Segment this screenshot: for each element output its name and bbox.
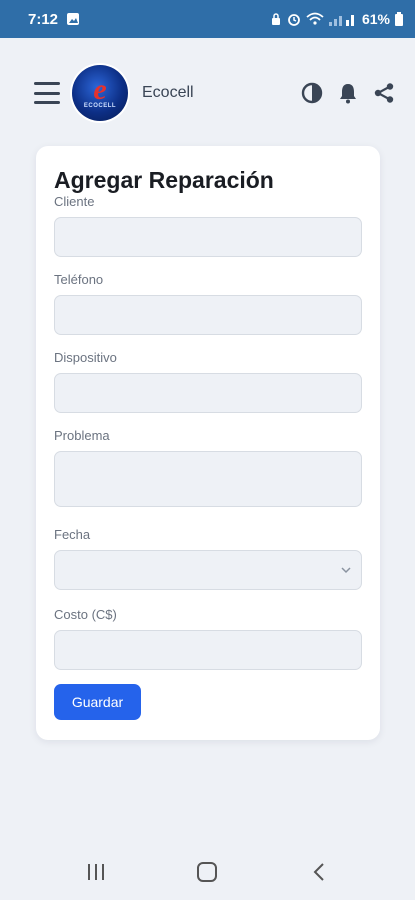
wifi-icon [306, 12, 324, 26]
field-cliente: Cliente [54, 194, 362, 257]
chevron-down-icon [341, 567, 351, 574]
problema-label: Problema [54, 428, 110, 443]
cliente-label: Cliente [54, 194, 95, 209]
status-time: 7:12 [28, 10, 59, 28]
signal-icon [328, 12, 357, 26]
dispositivo-input[interactable] [54, 373, 362, 413]
status-left: 7:12 [28, 11, 80, 28]
fecha-select-wrap [54, 550, 362, 590]
field-telefono: Teléfono [54, 272, 362, 335]
alarm-icon [287, 12, 301, 26]
logo[interactable]: e ECOCELL [72, 65, 128, 121]
gallery-icon [66, 12, 80, 26]
telefono-label: Teléfono [54, 272, 104, 287]
back-icon[interactable] [299, 852, 339, 892]
repair-form-card: Agregar Reparación Cliente Teléfono Disp… [36, 146, 380, 740]
field-problema: Problema [54, 428, 362, 512]
costo-label: Costo (C$) [54, 607, 117, 622]
share-icon[interactable] [373, 82, 395, 104]
home-icon[interactable] [187, 852, 227, 892]
telefono-input[interactable] [54, 295, 362, 335]
fecha-label: Fecha [54, 527, 91, 542]
costo-input[interactable] [54, 630, 362, 670]
field-dispositivo: Dispositivo [54, 350, 362, 413]
problema-textarea[interactable] [54, 451, 362, 507]
cliente-input[interactable] [54, 217, 362, 257]
lock-icon [270, 12, 282, 26]
save-button[interactable]: Guardar [54, 684, 141, 720]
brand-name: Ecocell [142, 84, 194, 101]
form-title: Agregar Reparación [54, 167, 274, 193]
field-costo: Costo (C$) [54, 607, 362, 670]
status-right: 61% [270, 11, 403, 27]
status-bar: 7:12 61% [0, 0, 415, 38]
logo-text: ECOCELL [83, 103, 117, 109]
battery-percent: 61% [361, 11, 390, 27]
app-header: e ECOCELL Ecocell [0, 60, 415, 126]
system-nav-bar [0, 844, 415, 900]
contrast-icon[interactable] [301, 82, 323, 104]
recent-apps-icon[interactable] [76, 852, 116, 892]
bell-icon[interactable] [337, 82, 359, 104]
battery-icon [395, 12, 403, 26]
dispositivo-label: Dispositivo [54, 350, 117, 365]
field-fecha: Fecha [54, 527, 362, 590]
logo-mark: e [93, 73, 107, 106]
header-actions [301, 82, 395, 104]
fecha-select[interactable] [54, 550, 362, 590]
menu-icon[interactable] [34, 82, 60, 104]
